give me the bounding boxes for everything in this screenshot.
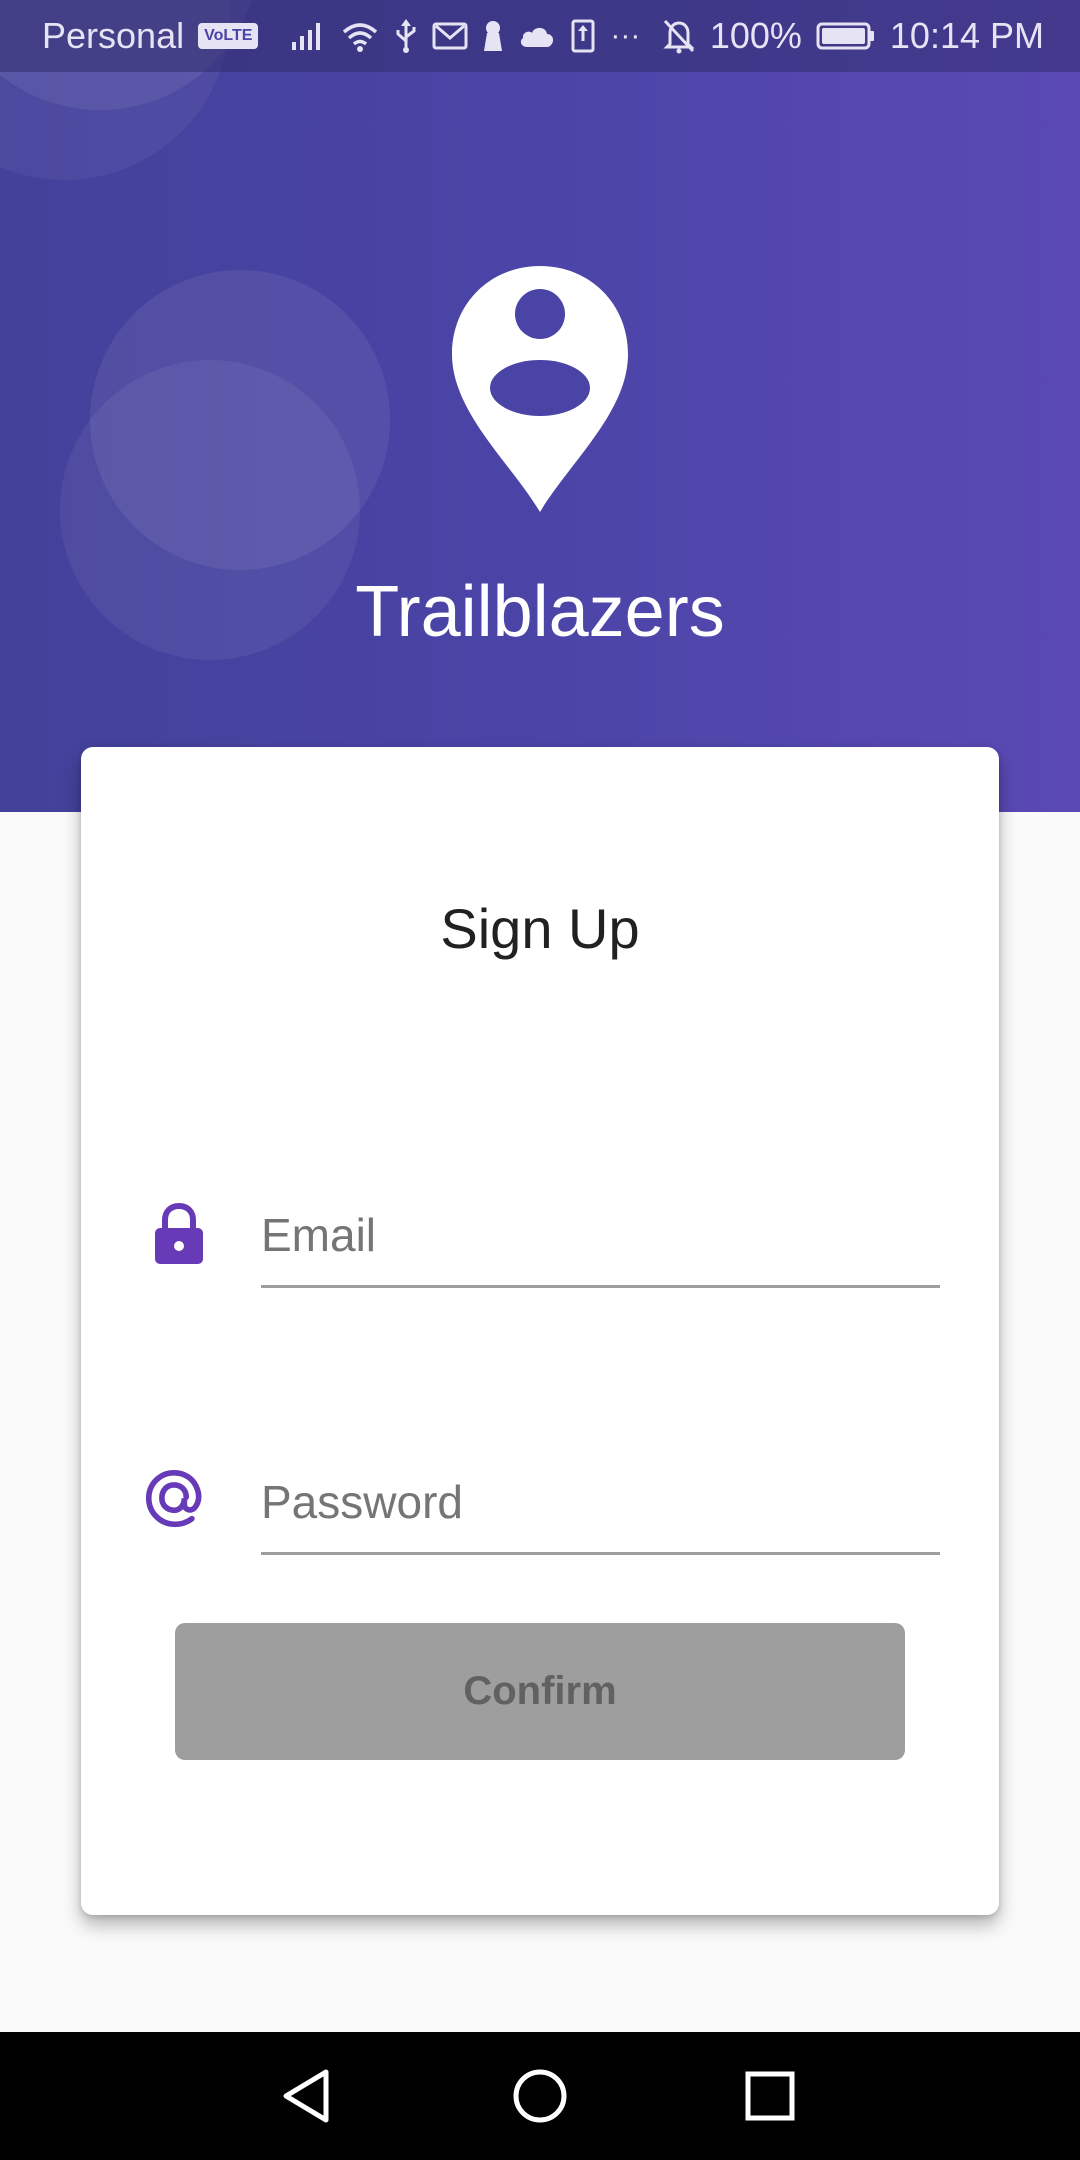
notifications-off-icon <box>662 18 696 54</box>
confirm-button[interactable]: Confirm <box>175 1623 905 1760</box>
app-title: Trailblazers <box>355 572 725 652</box>
navigation-bar <box>0 2032 1080 2160</box>
password-field[interactable] <box>261 1452 940 1555</box>
more-notifications-icon: ··· <box>610 19 641 52</box>
usb-icon <box>394 19 418 53</box>
password-input[interactable] <box>261 1462 940 1542</box>
signal-icon <box>290 20 326 52</box>
gmail-icon <box>432 21 468 51</box>
at-sign-icon <box>145 1469 202 1528</box>
phone-upload-icon <box>570 19 596 53</box>
battery-icon <box>816 21 876 51</box>
email-field[interactable] <box>261 1185 940 1288</box>
recents-square-icon[interactable] <box>738 2064 802 2128</box>
volte-badge: VoLTE <box>198 23 259 49</box>
clock: 10:14 PM <box>889 15 1044 56</box>
lock-icon <box>155 1202 203 1264</box>
back-triangle-icon[interactable] <box>276 2064 340 2128</box>
cloud-icon <box>518 23 556 49</box>
card-title: Sign Up <box>440 897 640 960</box>
status-bar: Personal VoLTE ··· 100% 10:14 PM <box>0 0 1080 72</box>
person-pin-icon <box>452 266 628 512</box>
sign-up-screen: Trailblazers Personal VoLTE ··· 100% 10:… <box>0 0 1080 2160</box>
home-circle-icon[interactable] <box>508 2064 572 2128</box>
keyhole-icon <box>482 19 504 53</box>
carrier-name: Personal <box>42 15 185 56</box>
email-input[interactable] <box>261 1195 940 1275</box>
header-banner: Trailblazers <box>0 0 1080 812</box>
sign-up-card: Sign Up Confirm <box>81 747 999 1915</box>
battery-percent: 100% <box>709 15 802 56</box>
wifi-icon <box>340 20 380 52</box>
